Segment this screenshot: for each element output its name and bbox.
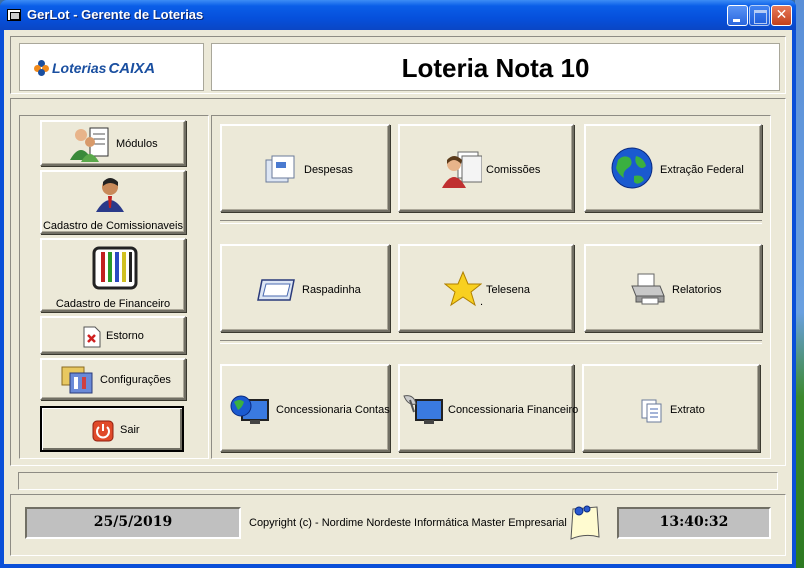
date-field: 25/5/2019 bbox=[25, 507, 241, 539]
modulos-label: Módulos bbox=[116, 138, 158, 150]
cadastro-financeiro-button[interactable]: Cadastro de Financeiro bbox=[40, 238, 186, 312]
extrato-label: Extrato bbox=[670, 404, 705, 416]
globe-monitor-icon bbox=[230, 395, 269, 424]
maximize-button bbox=[749, 5, 770, 26]
sair-button[interactable]: Sair bbox=[40, 406, 184, 452]
concessionaria-contas-label: Concessionaria Contas bbox=[276, 404, 390, 416]
satellite-monitor-icon bbox=[403, 395, 443, 424]
telesena-sub: . bbox=[480, 296, 484, 308]
comissoes-label: Comissões bbox=[486, 164, 541, 176]
extracao-federal-button[interactable]: Extração Federal bbox=[584, 124, 762, 212]
people-board-icon bbox=[70, 127, 109, 162]
main-panel: Despesas Comissões Extração Federal Rasp… bbox=[211, 115, 771, 459]
logo-text: Loterias bbox=[52, 60, 107, 76]
person-icon bbox=[96, 178, 124, 212]
caixa-logo: Loterias CAIXA bbox=[34, 60, 155, 77]
despesas-label: Despesas bbox=[304, 164, 353, 176]
despesas-button[interactable]: Despesas bbox=[220, 124, 390, 212]
clover-icon bbox=[34, 60, 50, 76]
progress-strip bbox=[18, 472, 778, 490]
power-icon bbox=[92, 420, 114, 442]
sidebar-panel: Módulos Cadastro de Comissionaveis Cadas… bbox=[19, 115, 209, 459]
close-icon: ✕ bbox=[775, 7, 788, 23]
cadastro-comissionaveis-button[interactable]: Cadastro de Comissionaveis bbox=[40, 170, 186, 234]
estorno-button[interactable]: Estorno bbox=[40, 316, 186, 354]
row-divider bbox=[220, 340, 762, 344]
window-title: GerLot - Gerente de Loterias bbox=[27, 7, 204, 22]
configuracoes-label: Configurações bbox=[100, 374, 171, 386]
relatorios-button[interactable]: Relatorios bbox=[584, 244, 762, 332]
card-icon bbox=[257, 279, 295, 301]
pens-icon bbox=[92, 246, 138, 290]
star-icon bbox=[444, 270, 482, 307]
header-panel: Loterias CAIXA Loteria Nota 10 bbox=[10, 36, 786, 94]
status-bar: 25/5/2019 Copyright (c) - Nordime Nordes… bbox=[10, 494, 786, 556]
row-divider bbox=[220, 220, 762, 224]
app-window: GerLot - Gerente de Loterias ✕ Loterias C… bbox=[0, 0, 796, 568]
document-x-icon bbox=[83, 326, 101, 348]
printer-icon bbox=[631, 273, 665, 305]
logo-box: Loterias CAIXA bbox=[19, 43, 204, 91]
comissoes-button[interactable]: Comissões bbox=[398, 124, 574, 212]
cadastro-comissionaveis-label: Cadastro de Comissionaveis bbox=[42, 220, 183, 232]
logo-caixa-text: CAIXA bbox=[108, 60, 156, 77]
telesena-button[interactable]: Telesena . bbox=[398, 244, 574, 332]
estorno-label: Estorno bbox=[106, 330, 144, 342]
relatorios-label: Relatorios bbox=[672, 284, 722, 296]
concessionaria-contas-button[interactable]: Concessionaria Contas bbox=[220, 364, 390, 452]
person-papers-icon bbox=[442, 151, 482, 188]
concessionaria-financeiro-label: Concessionaria Financeiro bbox=[448, 404, 579, 416]
pinned-note-icon[interactable] bbox=[565, 503, 601, 541]
raspadinha-button[interactable]: Raspadinha bbox=[220, 244, 390, 332]
client-area: Loterias CAIXA Loteria Nota 10 Módulos C… bbox=[4, 30, 792, 564]
extrato-button[interactable]: Extrato bbox=[582, 364, 760, 452]
title-box: Loteria Nota 10 bbox=[211, 43, 780, 91]
cadastro-financeiro-label: Cadastro de Financeiro bbox=[55, 298, 171, 310]
app-icon[interactable] bbox=[7, 9, 21, 21]
copyright-text: Copyright (c) - Nordime Nordeste Informá… bbox=[249, 517, 567, 529]
desktop-background bbox=[795, 0, 804, 568]
telesena-label: Telesena bbox=[486, 284, 531, 296]
extracao-federal-label: Extração Federal bbox=[660, 164, 744, 176]
sair-label: Sair bbox=[120, 424, 140, 436]
page-title: Loteria Nota 10 bbox=[401, 53, 590, 83]
documents-icon bbox=[265, 155, 295, 183]
title-bar[interactable]: GerLot - Gerente de Loterias ✕ bbox=[0, 0, 796, 30]
body-panel: Módulos Cadastro de Comissionaveis Cadas… bbox=[10, 98, 786, 466]
modulos-button[interactable]: Módulos bbox=[40, 120, 186, 166]
concessionaria-financeiro-button[interactable]: Concessionaria Financeiro bbox=[398, 364, 578, 452]
configuracoes-button[interactable]: Configurações bbox=[40, 358, 186, 400]
minimize-button[interactable] bbox=[727, 5, 748, 26]
raspadinha-label: Raspadinha bbox=[302, 284, 361, 296]
settings-icon bbox=[61, 366, 93, 394]
close-button[interactable]: ✕ bbox=[771, 5, 792, 26]
globe-icon bbox=[611, 147, 653, 189]
time-field: 13:40:32 bbox=[617, 507, 771, 539]
pages-icon bbox=[641, 399, 662, 423]
